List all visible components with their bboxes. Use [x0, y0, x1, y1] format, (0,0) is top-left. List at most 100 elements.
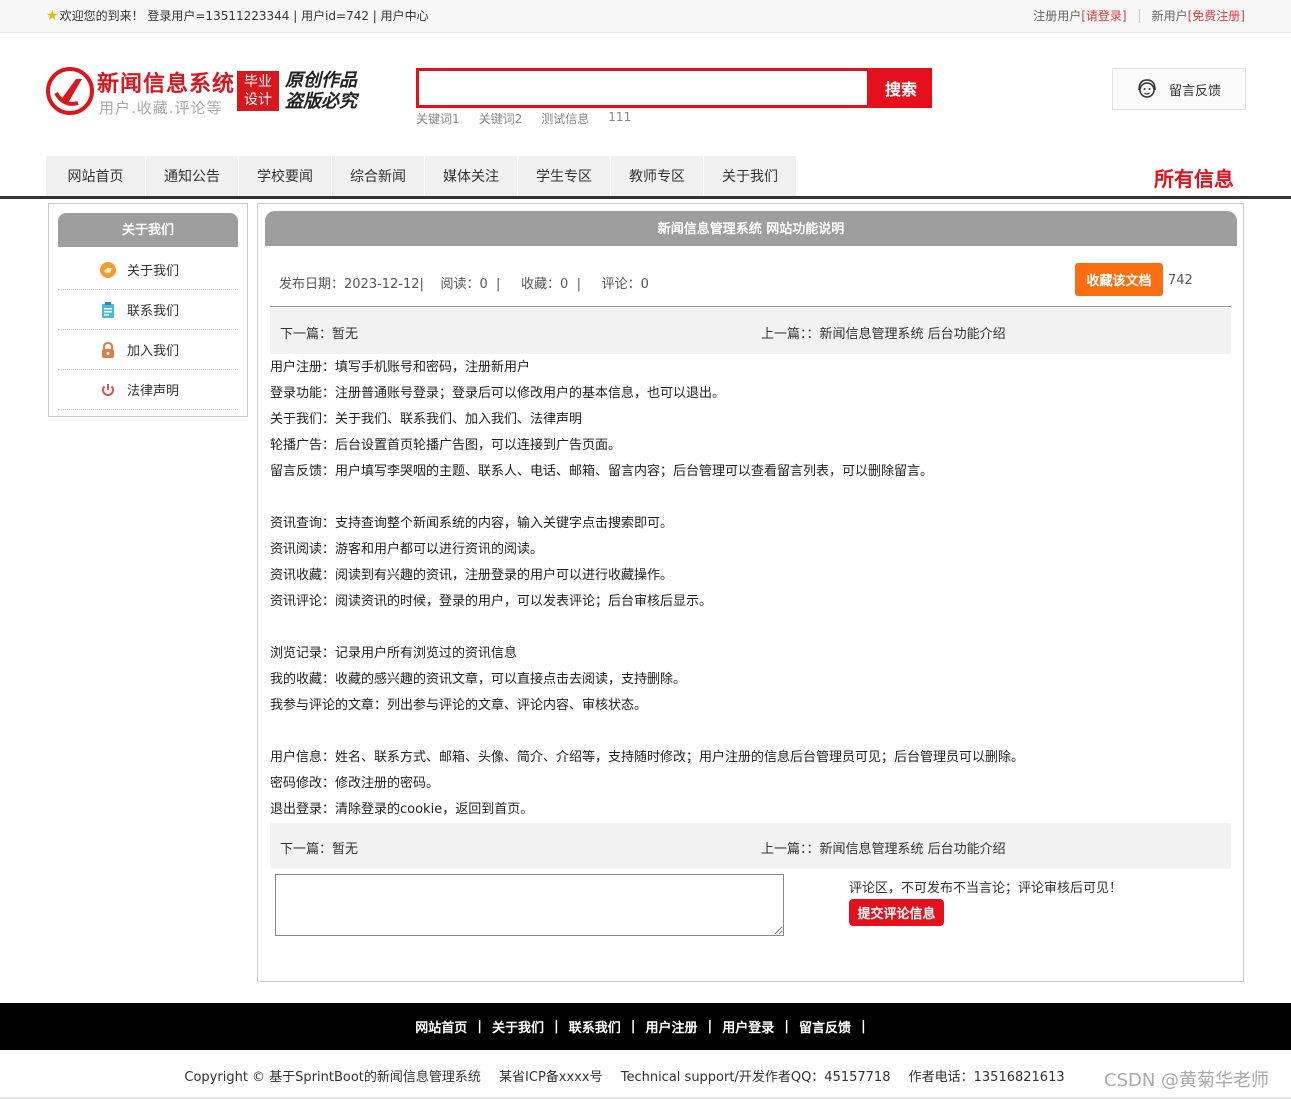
sidebar-item-label: 加入我们	[127, 344, 180, 359]
article-line	[270, 485, 1231, 511]
article-line: 资讯阅读：游客和用户都可以进行资讯的阅读。	[270, 542, 544, 557]
graduation-badge: 毕业 设计	[237, 71, 279, 111]
slogan: 原创作品 盗版必究	[285, 70, 357, 112]
slogan-line-2: 盗版必究	[285, 91, 357, 112]
sidebar-list: 关于我们 联系我们 加入我们 法律声明	[58, 250, 238, 410]
watermark: CSDN @黄菊华老师	[1104, 1070, 1270, 1091]
welcome-text[interactable]: 欢迎您的到来！ 登录用户=13511223344 | 用户id=742 | 用户…	[60, 7, 429, 24]
next-article-link[interactable]: 上一篇：：新闻信息管理系统 后台功能介绍	[761, 323, 1006, 342]
logo-icon[interactable]	[46, 67, 94, 115]
footer-separator: |	[861, 1019, 866, 1034]
hot-keywords: 关键词1 关键词2 测试信息 111	[416, 110, 650, 127]
badge-line-1: 毕业	[244, 74, 272, 90]
nav-item-media[interactable]: 媒体关注	[425, 156, 518, 196]
favorite-button[interactable]: 收藏该文档	[1075, 263, 1163, 296]
article-body: 用户注册：填写手机账号和密码，注册新用户 登录功能：注册普通账号登录；登录后可以…	[270, 355, 1231, 823]
footer-link-login[interactable]: 用户登录	[722, 1017, 774, 1036]
article-meta: 发布日期：2023-12-12| 阅读：0 | 收藏：0 | 评论：0	[279, 277, 649, 292]
nav-item-general-news[interactable]: 综合新闻	[332, 156, 425, 196]
article-line: 我参与评论的文章：列出参与评论的文章、评论内容、审核状态。	[270, 698, 648, 713]
prev-article-link[interactable]: 下一篇：暂无	[280, 838, 358, 857]
footer-link-feedback[interactable]: 留言反馈	[799, 1017, 851, 1036]
article-line	[270, 719, 1231, 745]
copyright-text: Copyright © 基于SprintBoot的新闻信息管理系统	[184, 1070, 481, 1085]
footer-separator: |	[707, 1019, 713, 1034]
meta-divider	[270, 306, 1231, 307]
register-link[interactable]: [免费注册]	[1188, 7, 1245, 24]
article-line: 浏览记录：记录用户所有浏览过的资讯信息	[270, 646, 518, 661]
article-line: 密码修改：修改注册的密码。	[270, 776, 440, 791]
feedback-button[interactable]: 留言反馈	[1112, 68, 1246, 110]
site-title[interactable]: 新闻信息系统	[97, 66, 235, 98]
main-nav: 网站首页 通知公告 学校要闻 综合新闻 媒体关注 学生专区 教师专区 关于我们	[46, 156, 797, 196]
hotword-link[interactable]: 关键词1	[416, 110, 460, 127]
article-line	[270, 615, 1231, 641]
contact-icon	[102, 301, 114, 318]
nav-divider	[0, 196, 1291, 199]
feedback-label: 留言反馈	[1169, 83, 1222, 99]
footer-link-home[interactable]: 网站首页	[415, 1017, 467, 1036]
footer-link-about[interactable]: 关于我们	[492, 1017, 544, 1036]
lock-icon	[102, 341, 114, 358]
favorite-count: 742	[1168, 273, 1193, 288]
footer-link-contact[interactable]: 联系我们	[569, 1017, 621, 1036]
registered-label: 注册用户	[1033, 9, 1082, 23]
article-line: 用户注册：填写手机账号和密码，注册新用户	[270, 360, 531, 375]
article-line: 轮播广告：后台设置首页轮播广告图，可以连接到广告页面。	[270, 438, 622, 453]
nav-item-students[interactable]: 学生专区	[518, 156, 611, 196]
site-subtitle: 用户.收藏.评论等	[99, 99, 223, 117]
badge-line-2: 设计	[244, 92, 272, 108]
search-input[interactable]	[416, 68, 870, 108]
article-line: 留言反馈：用户填写李哭咽的主题、联系人、电话、邮箱、留言内容；后台管理可以查看留…	[270, 464, 934, 479]
sidebar-item-label: 联系我们	[127, 304, 180, 319]
footer-nav: 网站首页 | 关于我们 | 联系我们 | 用户注册 | 用户登录 | 留言反馈 |	[0, 1003, 1291, 1050]
prev-article-link[interactable]: 下一篇：暂无	[280, 323, 358, 342]
article-line: 资讯查询：支持查询整个新闻系统的内容，输入关键字点击搜索即可。	[270, 516, 674, 531]
nav-item-notice[interactable]: 通知公告	[146, 156, 239, 196]
article-line: 退出登录：清除登录的cookie，返回到首页。	[270, 802, 534, 817]
comment-input[interactable]	[275, 874, 784, 936]
nav-item-school-news[interactable]: 学校要闻	[239, 156, 332, 196]
support-text: Technical support/开发作者QQ：45157718	[620, 1070, 891, 1085]
footer-separator: |	[477, 1019, 482, 1034]
copyright-line: Copyright © 基于SprintBoot的新闻信息管理系统 某省ICP备…	[0, 1066, 1291, 1085]
sidebar-item-join[interactable]: 加入我们	[58, 330, 238, 370]
top-bar: ★ 欢迎您的到来！ 登录用户=13511223344 | 用户id=742 | …	[0, 0, 1291, 33]
headset-icon	[1138, 79, 1156, 98]
login-link[interactable]: [请登录]	[1081, 7, 1126, 24]
next-article-link[interactable]: 上一篇：：新闻信息管理系统 后台功能介绍	[761, 838, 1006, 857]
article-line: 登录功能：注册普通账号登录；登录后可以修改用户的基本信息，也可以退出。	[270, 386, 726, 401]
new-user-label: 新用户	[1151, 9, 1188, 23]
all-info-link[interactable]: 所有信息	[1154, 163, 1234, 192]
sidebar-item-label: 关于我们	[127, 264, 180, 279]
sidebar-item-label: 法律声明	[127, 384, 180, 399]
sidebar-item-contact[interactable]: 联系我们	[58, 290, 238, 330]
hotword-link[interactable]: 关键词2	[479, 110, 523, 127]
article-line: 我的收藏：收藏的感兴趣的资讯文章，可以直接点击去阅读，支持删除。	[270, 672, 687, 687]
icp-text: 某省ICP备xxxx号	[499, 1070, 603, 1085]
power-icon	[102, 383, 114, 396]
hotword-link[interactable]: 测试信息	[541, 110, 589, 127]
article-line: 资讯评论：阅读资讯的时候，登录的用户，可以发表评论；后台审核后显示。	[270, 594, 713, 609]
search-button[interactable]: 搜索	[870, 68, 932, 108]
hotword-link[interactable]: 111	[608, 110, 631, 127]
footer-separator: |	[553, 1019, 559, 1034]
sidebar: 关于我们 关于我们 联系我们 加入我们 法律声明	[48, 203, 248, 417]
article-pager-top: 下一篇：暂无 上一篇：：新闻信息管理系统 后台功能介绍	[270, 308, 1231, 354]
submit-comment-button[interactable]: 提交评论信息	[849, 899, 944, 926]
article-line: 资讯收藏：阅读到有兴趣的资讯，注册登录的用户可以进行收藏操作。	[270, 568, 674, 583]
nav-item-home[interactable]: 网站首页	[46, 156, 146, 196]
article-panel: 新闻信息管理系统 网站功能说明 发布日期：2023-12-12| 阅读：0 | …	[257, 203, 1244, 982]
about-icon	[100, 261, 116, 278]
nav-item-about[interactable]: 关于我们	[704, 156, 797, 196]
slogan-line-1: 原创作品	[285, 70, 357, 91]
sidebar-item-legal[interactable]: 法律声明	[58, 370, 238, 410]
search-bar: 搜索	[416, 68, 932, 108]
footer-link-register[interactable]: 用户注册	[646, 1017, 698, 1036]
phone-text: 作者电话：13516821613	[908, 1070, 1065, 1085]
article-pager-bottom: 下一篇：暂无 上一篇：：新闻信息管理系统 后台功能介绍	[270, 823, 1231, 869]
article-line: 用户信息：姓名、联系方式、邮箱、头像、简介、介绍等，支持随时修改；用户注册的信息…	[270, 750, 1025, 765]
nav-item-teachers[interactable]: 教师专区	[611, 156, 704, 196]
footer-separator: |	[630, 1019, 636, 1034]
sidebar-item-about[interactable]: 关于我们	[58, 250, 238, 290]
